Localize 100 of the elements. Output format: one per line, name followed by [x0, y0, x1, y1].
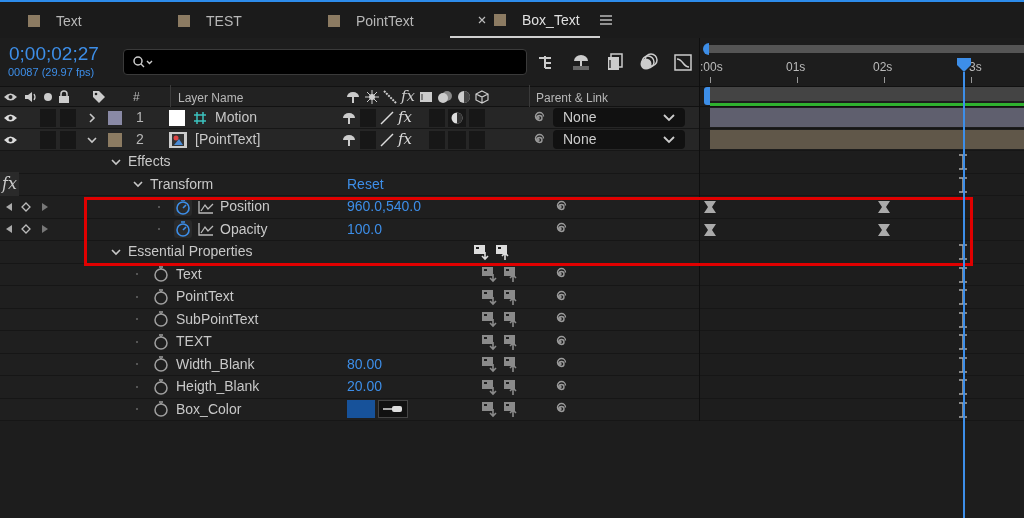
- push-icon[interactable]: [473, 242, 491, 261]
- stopwatch-icon[interactable]: [152, 400, 170, 419]
- current-time[interactable]: 0;00;02;27: [9, 43, 120, 64]
- property-value[interactable]: 960.0,540.0: [347, 196, 421, 218]
- marker-icon: [959, 334, 968, 350]
- parent-dropdown[interactable]: None: [553, 108, 685, 127]
- solo-icon[interactable]: [44, 92, 52, 101]
- marker-icon: [959, 289, 968, 305]
- collapse-icon[interactable]: [365, 89, 379, 104]
- chevron-icon[interactable]: [110, 246, 122, 257]
- speaker-icon[interactable]: [24, 90, 38, 103]
- effect-switch[interactable]: fx: [398, 128, 416, 151]
- marker-icon: [959, 311, 968, 328]
- keyframe-icon[interactable]: [877, 201, 890, 213]
- quality-icon[interactable]: [379, 109, 395, 126]
- solid-swatch-icon: [169, 109, 185, 126]
- layer-number: 2: [136, 130, 145, 149]
- keyframe-icon[interactable]: [704, 223, 716, 236]
- shy-icon[interactable]: [345, 89, 361, 104]
- stopwatch-icon[interactable]: [174, 220, 192, 239]
- shy-icon[interactable]: [341, 110, 357, 125]
- keyframe-navigator-icon[interactable]: [4, 200, 50, 213]
- label-swatch[interactable]: [108, 132, 122, 147]
- parent-dropdown[interactable]: None: [553, 130, 685, 149]
- navigator-handle-icon[interactable]: [701, 43, 709, 55]
- eye-icon[interactable]: [3, 134, 18, 145]
- chevron-icon[interactable]: [132, 179, 144, 190]
- frame-blend-icon[interactable]: [419, 89, 433, 104]
- stopwatch-icon[interactable]: [152, 287, 170, 306]
- graph-editor-icon[interactable]: [673, 52, 693, 72]
- effect-switch[interactable]: fx: [398, 106, 416, 129]
- stopwatch-icon[interactable]: [152, 310, 170, 329]
- ruler-label: :00s: [700, 59, 723, 76]
- group-name[interactable]: Effects: [128, 151, 171, 173]
- composition-tab[interactable]: Text: [0, 4, 150, 38]
- composition-tab[interactable]: TEST: [150, 4, 300, 38]
- property-name[interactable]: PointText: [176, 286, 234, 308]
- reset-link[interactable]: Reset: [347, 173, 384, 195]
- color-swatch[interactable]: [347, 400, 375, 419]
- menu-icon[interactable]: [599, 15, 612, 25]
- marker-icon: [959, 244, 968, 260]
- composition-tab[interactable]: Box_Text: [450, 4, 600, 38]
- chevron-icon[interactable]: [87, 111, 97, 124]
- property-value[interactable]: 80.00: [347, 353, 383, 375]
- chevron-icon[interactable]: [110, 156, 122, 167]
- frame-blend-icon[interactable]: [605, 52, 625, 72]
- property-name[interactable]: Heigth_Blank: [176, 376, 260, 398]
- layer-name[interactable]: Motion: [215, 107, 258, 128]
- close-icon[interactable]: [478, 16, 486, 24]
- ruler-label: 01s: [786, 59, 806, 76]
- search-icon: [132, 55, 154, 69]
- property-name[interactable]: Position: [220, 196, 270, 218]
- shy-icon[interactable]: [341, 132, 357, 147]
- composition-tab[interactable]: PointText: [300, 4, 450, 38]
- property-value[interactable]: 100.0: [347, 218, 383, 240]
- column-header: Parent & Link: [536, 90, 609, 105]
- layer-number: 1: [136, 108, 145, 127]
- marker-icon: [959, 401, 968, 418]
- property-name[interactable]: Text: [176, 263, 202, 285]
- property-value[interactable]: 20.00: [347, 376, 383, 398]
- layer-name[interactable]: [PointText]: [195, 129, 261, 150]
- shy-icon[interactable]: [571, 52, 591, 72]
- keyframe-icon[interactable]: [704, 201, 716, 213]
- search-field[interactable]: [123, 49, 527, 75]
- ruler-label: 3s: [969, 59, 982, 76]
- tab-label: Text: [56, 11, 82, 31]
- eye-icon[interactable]: [3, 91, 18, 102]
- stopwatch-icon[interactable]: [152, 265, 170, 284]
- motion-blur-icon[interactable]: [437, 89, 453, 104]
- group-name[interactable]: Transform: [150, 173, 214, 195]
- eye-icon[interactable]: [3, 112, 18, 123]
- effect-switch-header[interactable]: fx: [401, 85, 415, 108]
- frame-count: 00087 (29.97 fps): [8, 64, 96, 80]
- graph-icon[interactable]: [198, 222, 214, 237]
- property-name[interactable]: SubPointText: [176, 308, 259, 330]
- chevron-down-icon: [663, 135, 675, 144]
- cube-icon[interactable]: [475, 89, 489, 104]
- stopwatch-icon[interactable]: [152, 377, 170, 396]
- keyframe-navigator-icon[interactable]: [4, 223, 50, 236]
- property-name[interactable]: Width_Blank: [176, 353, 255, 375]
- keyframe-icon[interactable]: [877, 223, 890, 236]
- property-name[interactable]: Opacity: [220, 218, 268, 240]
- chevron-icon[interactable]: [86, 134, 98, 145]
- property-name[interactable]: Box_Color: [176, 398, 242, 420]
- label-tag-icon[interactable]: [92, 89, 106, 104]
- label-swatch[interactable]: [108, 110, 122, 125]
- lock-icon[interactable]: [58, 90, 70, 103]
- group-name[interactable]: Essential Properties: [128, 241, 253, 263]
- quality-icon[interactable]: [379, 131, 395, 148]
- adjustment-switch[interactable]: [448, 108, 466, 127]
- adjustment-icon[interactable]: [457, 89, 471, 104]
- composition-icon: [28, 15, 40, 27]
- eyedropper-button[interactable]: [378, 400, 408, 419]
- stopwatch-icon[interactable]: [152, 332, 170, 351]
- work-area-handle-icon[interactable]: [704, 87, 710, 105]
- quality-icon[interactable]: [383, 89, 397, 104]
- graph-icon[interactable]: [198, 199, 214, 214]
- stopwatch-icon[interactable]: [152, 355, 170, 374]
- property-name[interactable]: TEXT: [176, 331, 212, 353]
- motion-blur-icon[interactable]: [639, 52, 659, 72]
